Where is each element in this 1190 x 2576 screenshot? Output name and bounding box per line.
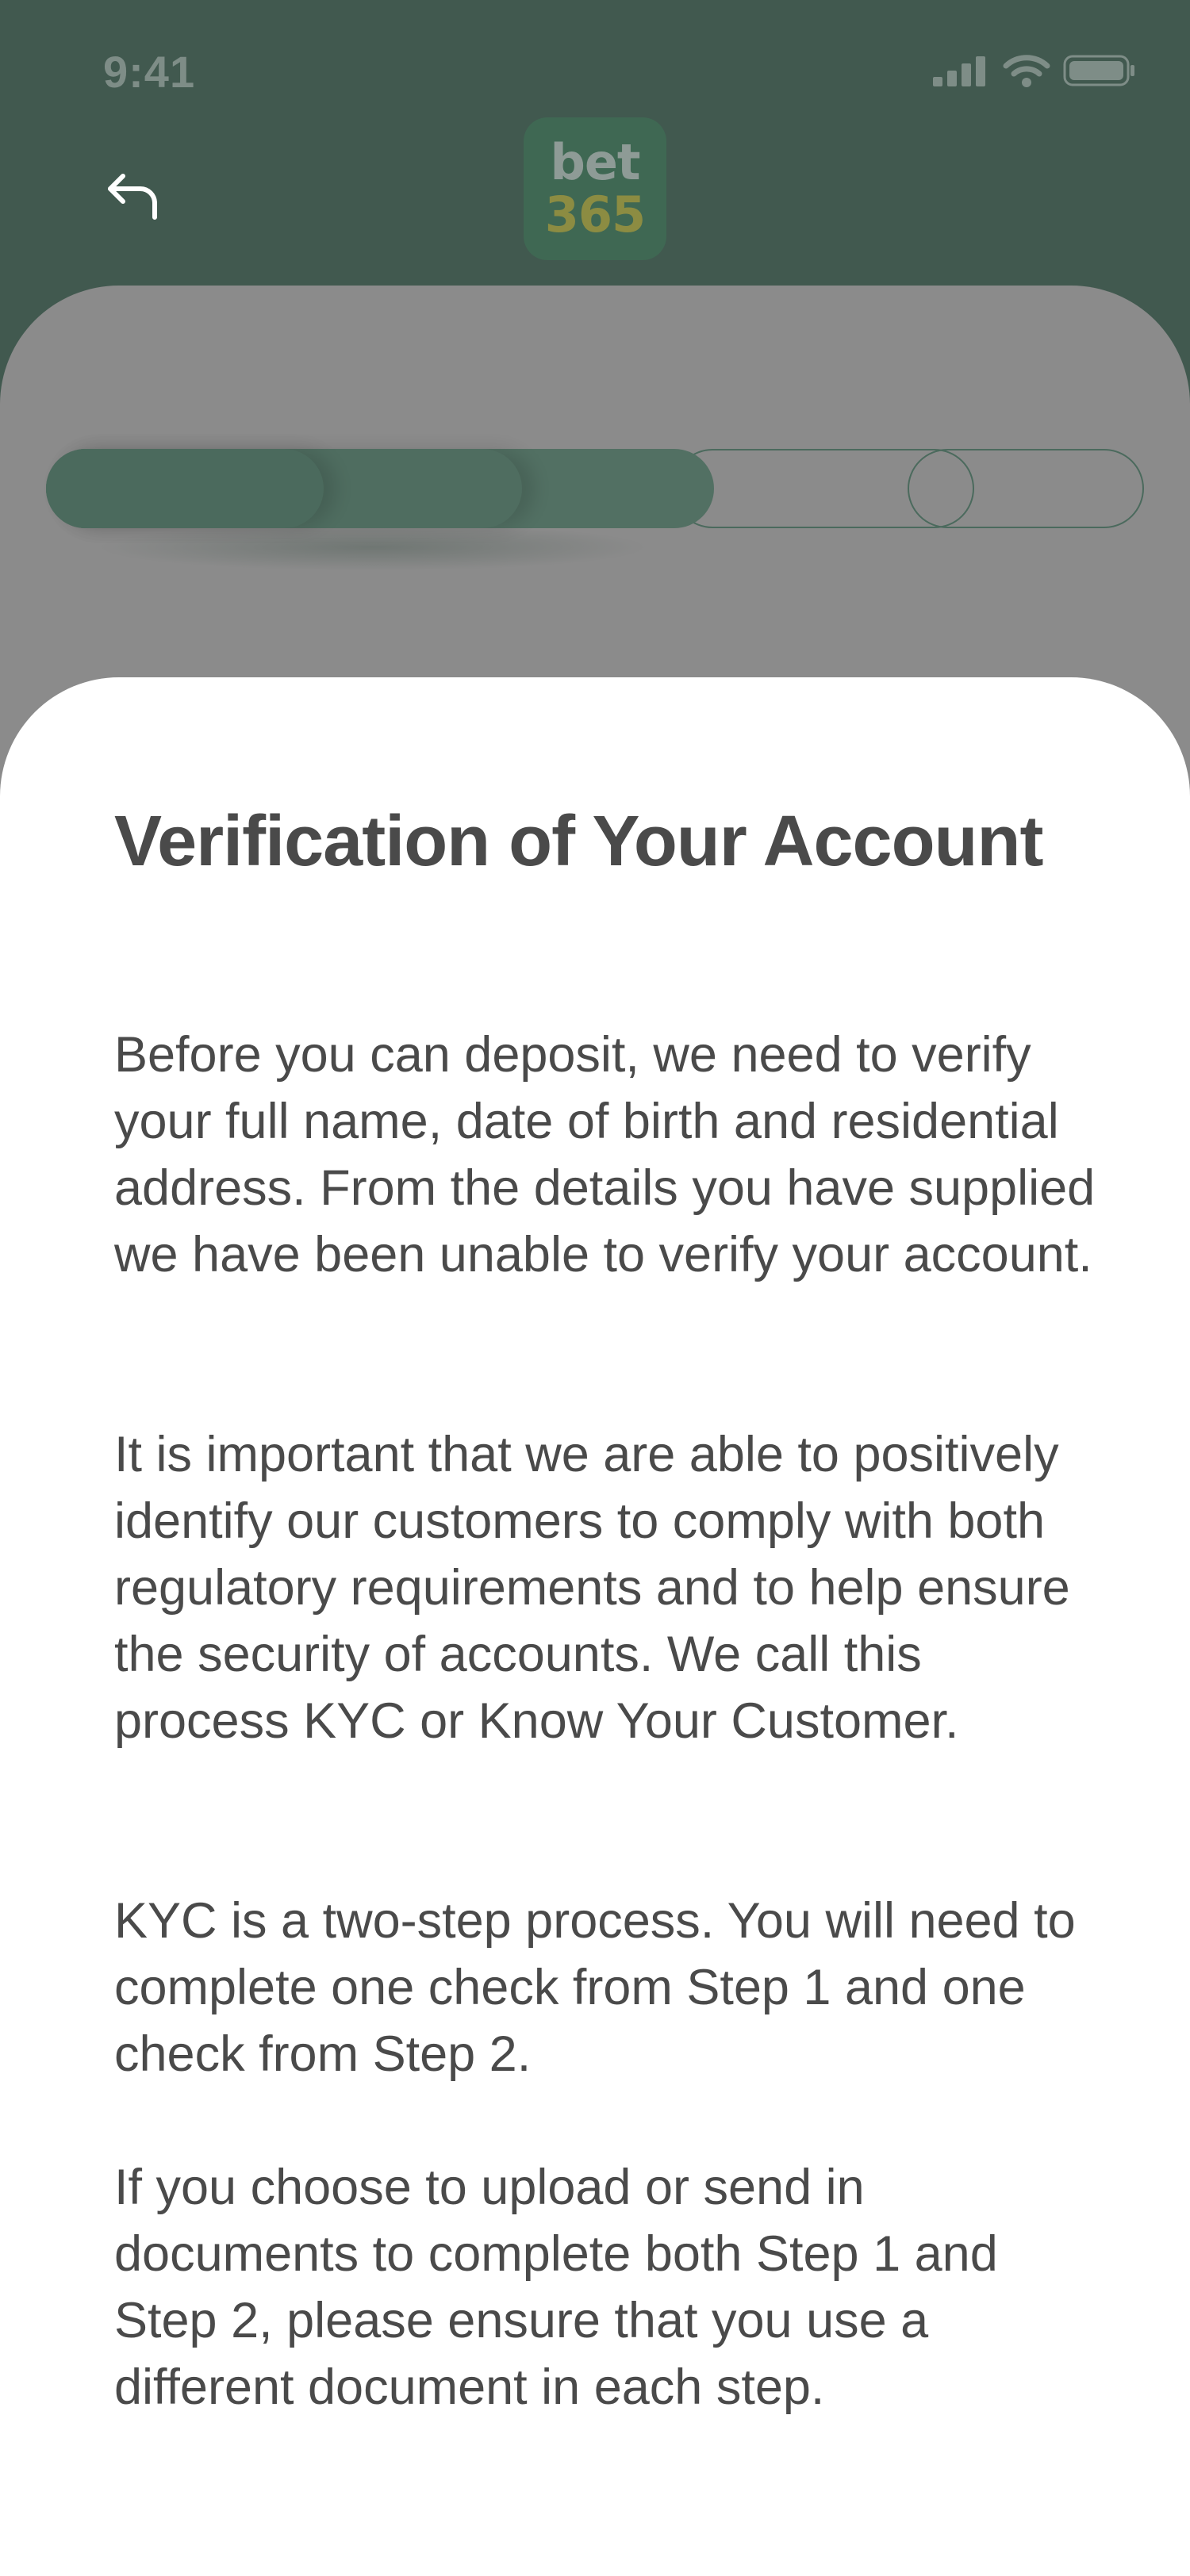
paragraph-two-step: KYC is a two-step process. You will need… xyxy=(114,1893,1076,2082)
paragraph-documents: If you choose to upload or send in docum… xyxy=(114,2160,998,2415)
brand-logo: bet 365 xyxy=(524,117,666,260)
progress-step-4 xyxy=(673,449,974,528)
back-button[interactable] xyxy=(102,163,165,227)
status-icons xyxy=(933,52,1136,89)
paragraph-intro: Before you can deposit, we need to verif… xyxy=(114,1027,1096,1282)
logo-text-365: 365 xyxy=(544,186,646,243)
logo-text-bet: bet xyxy=(550,133,640,191)
screen: 9:41 bet 365 Verification of Your Accoun… xyxy=(0,0,1190,2576)
back-arrow-icon xyxy=(108,174,157,220)
page-title: Verification of Your Account xyxy=(114,802,1043,881)
signal-icon xyxy=(933,56,985,86)
step-progress-bar xyxy=(46,449,1144,531)
paragraph-kyc-importance: It is important that we are able to posi… xyxy=(114,1427,1070,1749)
wifi-icon xyxy=(1003,55,1050,87)
battery-icon xyxy=(1063,55,1134,86)
status-time: 9:41 xyxy=(103,47,196,97)
progress-step-1 xyxy=(46,449,324,528)
